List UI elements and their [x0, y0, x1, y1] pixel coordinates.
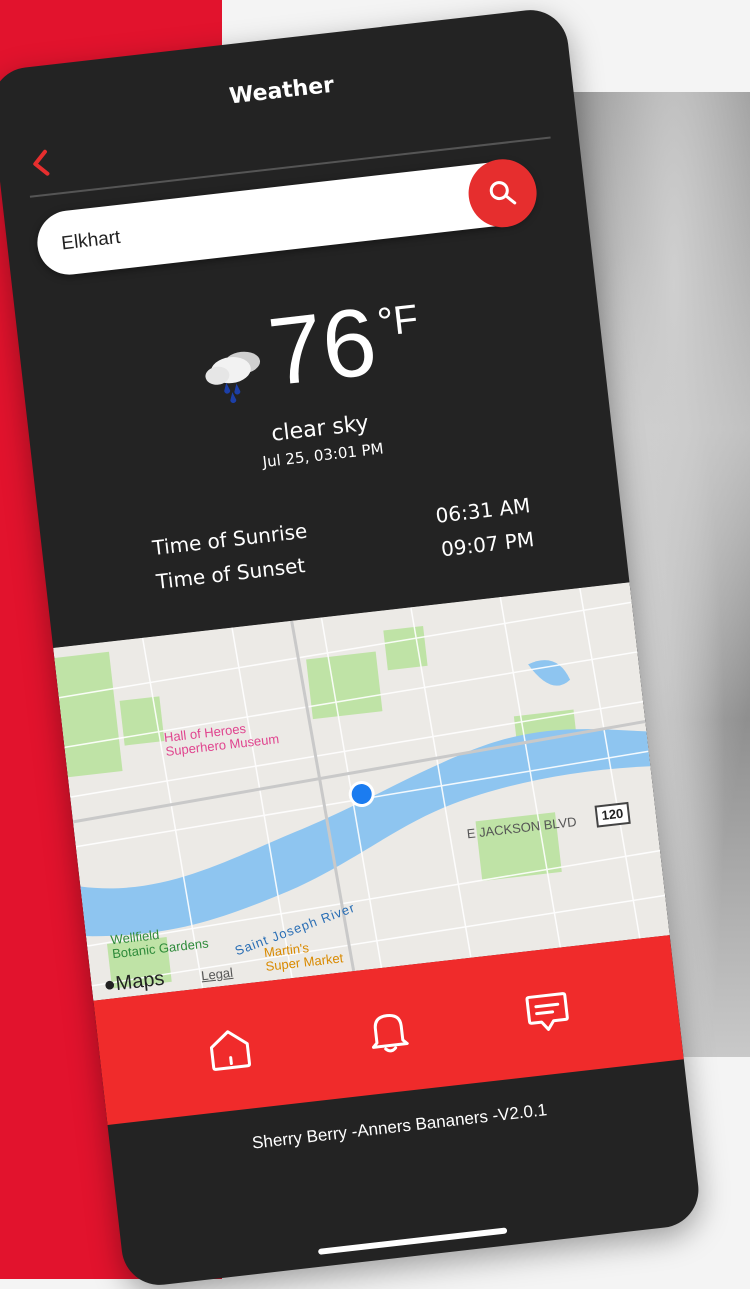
route-shield: 120 — [594, 801, 631, 828]
chat-icon — [525, 992, 569, 1031]
search-button[interactable] — [464, 155, 541, 231]
home-icon — [209, 1030, 251, 1071]
search-input[interactable] — [57, 181, 454, 264]
temperature-unit: °F — [375, 296, 421, 346]
search-icon — [489, 181, 517, 205]
chevron-left-icon — [33, 149, 50, 176]
back-button[interactable] — [25, 147, 58, 180]
nav-messages[interactable] — [520, 985, 575, 1040]
bell-icon — [371, 1013, 409, 1053]
search-bar — [33, 155, 541, 279]
sun-times: Time of Sunrise 06:31 AM Time of Sunset … — [151, 493, 536, 604]
map-view[interactable]: Hall of Heroes Superhero Museum Wellfiel… — [53, 582, 670, 1001]
temperature-value: 76 — [263, 287, 382, 407]
home-indicator — [317, 1227, 508, 1255]
nav-home[interactable] — [202, 1021, 257, 1076]
nav-notifications[interactable] — [361, 1003, 416, 1058]
cloud-rain-icon — [205, 351, 261, 403]
